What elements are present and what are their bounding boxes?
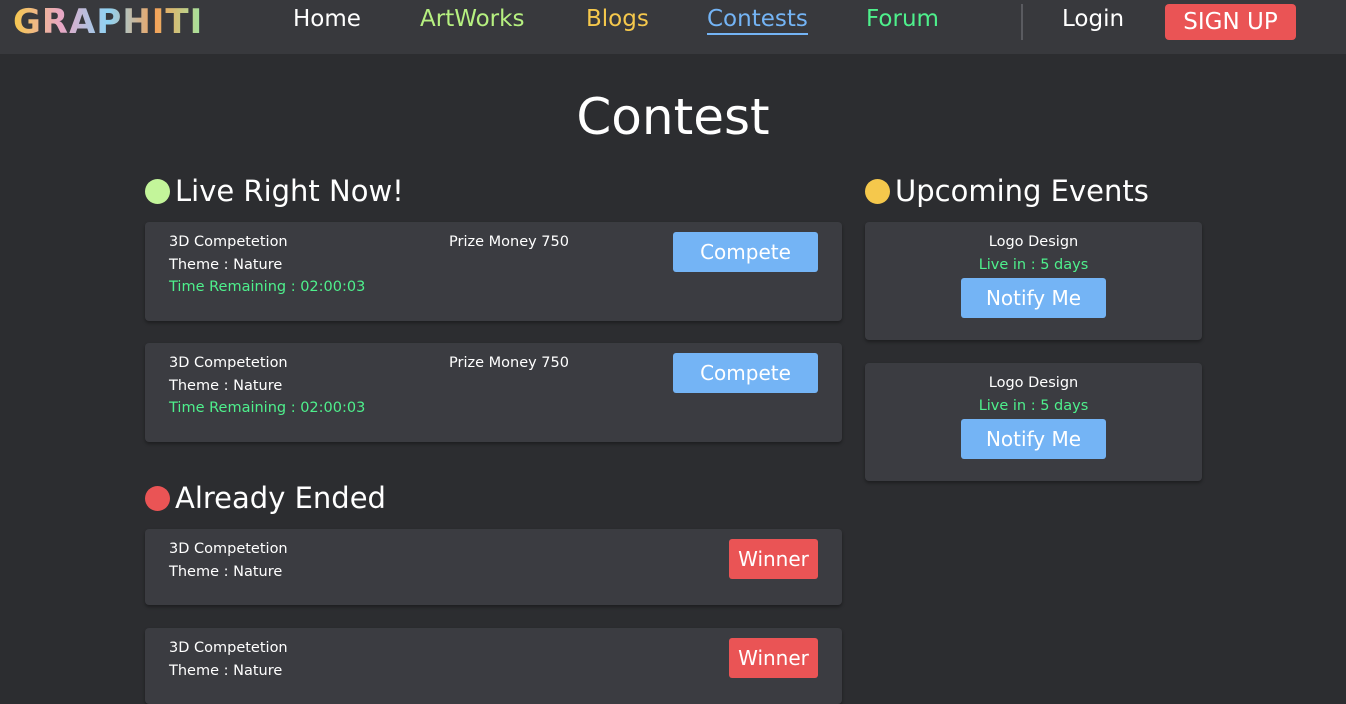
navbar: GRAPHITI Home ArtWorks Blogs Contests Fo… xyxy=(0,0,1346,54)
event-live-in: Live in : 5 days xyxy=(978,398,1089,414)
nav-divider xyxy=(1021,4,1023,40)
contest-prize: Prize Money 750 xyxy=(449,234,569,250)
ended-contest-card: 3D Competetion Theme : Nature Winner xyxy=(145,529,842,605)
winner-button[interactable]: Winner xyxy=(729,638,818,678)
nav-link-login[interactable]: Login xyxy=(1062,6,1124,32)
winner-button[interactable]: Winner xyxy=(729,539,818,579)
graphiti-logo[interactable]: GRAPHITI xyxy=(13,2,203,42)
nav-link-blogs[interactable]: Blogs xyxy=(586,6,649,32)
contest-theme: Theme : Nature xyxy=(169,378,283,394)
page-title: Contest xyxy=(576,88,770,146)
event-name: Logo Design xyxy=(988,375,1079,391)
live-contest-card: 3D Competetion Theme : Nature Time Remai… xyxy=(145,222,842,321)
live-section-title: Live Right Now! xyxy=(175,174,404,208)
nav-link-home[interactable]: Home xyxy=(293,6,361,32)
upcoming-status-dot xyxy=(865,178,890,204)
live-contest-card: 3D Competetion Theme : Nature Time Remai… xyxy=(145,343,842,442)
ended-contest-card: 3D Competetion Theme : Nature Winner xyxy=(145,628,842,704)
event-name: Logo Design xyxy=(988,234,1079,250)
upcoming-event-card: Logo Design Live in : 5 days Notify Me xyxy=(865,363,1202,481)
contest-prize: Prize Money 750 xyxy=(449,355,569,371)
nav-link-artworks[interactable]: ArtWorks xyxy=(420,6,524,32)
contest-time-remaining: Time Remaining : 02:00:03 xyxy=(169,279,366,295)
contest-name: 3D Competetion xyxy=(169,541,288,557)
contest-name: 3D Competetion xyxy=(169,355,288,371)
ended-status-dot xyxy=(145,485,170,511)
signup-button[interactable]: SIGN UP xyxy=(1165,4,1296,40)
compete-button[interactable]: Compete xyxy=(673,232,818,272)
compete-button[interactable]: Compete xyxy=(673,353,818,393)
event-live-in: Live in : 5 days xyxy=(978,257,1089,273)
contest-time-remaining: Time Remaining : 02:00:03 xyxy=(169,400,366,416)
live-section-header: Live Right Now! xyxy=(145,174,404,208)
upcoming-event-card: Logo Design Live in : 5 days Notify Me xyxy=(865,222,1202,340)
upcoming-section-header: Upcoming Events xyxy=(865,174,1149,208)
nav-link-forum[interactable]: Forum xyxy=(866,6,939,32)
contest-name: 3D Competetion xyxy=(169,640,288,656)
notify-me-button[interactable]: Notify Me xyxy=(961,419,1106,459)
contest-name: 3D Competetion xyxy=(169,234,288,250)
nav-link-contests[interactable]: Contests xyxy=(707,6,808,35)
contest-theme: Theme : Nature xyxy=(169,663,283,679)
ended-section-title: Already Ended xyxy=(175,481,386,515)
notify-me-button[interactable]: Notify Me xyxy=(961,278,1106,318)
contest-theme: Theme : Nature xyxy=(169,257,283,273)
live-status-dot xyxy=(145,178,170,204)
contest-theme: Theme : Nature xyxy=(169,564,283,580)
ended-section-header: Already Ended xyxy=(145,481,386,515)
upcoming-section-title: Upcoming Events xyxy=(895,174,1149,208)
